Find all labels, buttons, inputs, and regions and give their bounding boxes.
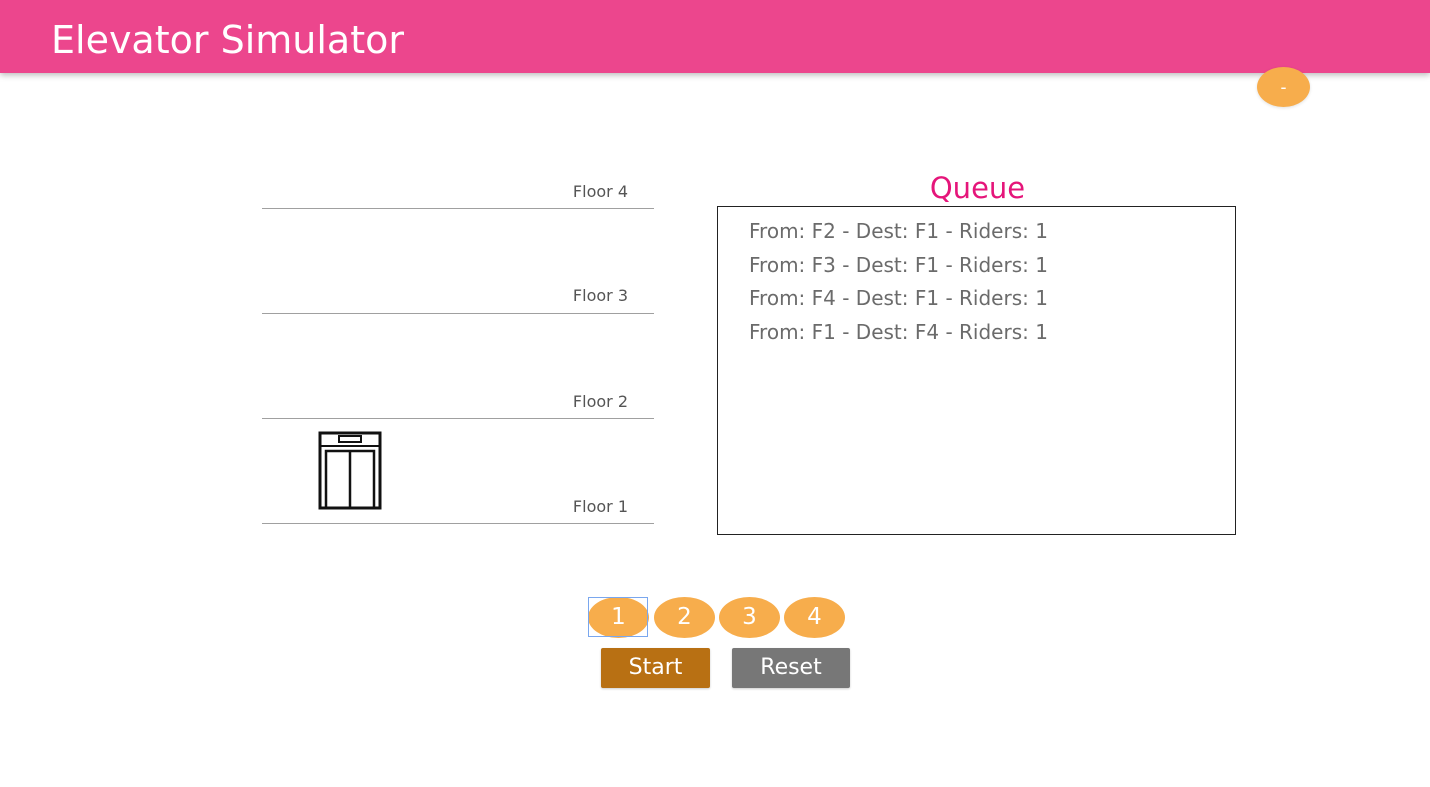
floor-label-4: Floor 4	[572, 182, 628, 201]
floor-label-2: Floor 2	[572, 392, 628, 411]
queue-item: From: F1 - Dest: F4 - Riders: 1	[749, 319, 1048, 344]
queue-item: From: F3 - Dest: F1 - Riders: 1	[749, 252, 1048, 277]
queue-title: Queue	[929, 171, 1026, 205]
floor-button-2[interactable]: 2	[654, 597, 715, 638]
app-title: Elevator Simulator	[51, 18, 404, 62]
queue-item: From: F2 - Dest: F1 - Riders: 1	[749, 219, 1048, 243]
floor-button-3[interactable]: 3	[719, 597, 780, 638]
floor-label-3: Floor 3	[572, 286, 628, 305]
start-button[interactable]: Start	[601, 648, 710, 688]
floor-label-1: Floor 1	[572, 497, 628, 516]
floor-line-2	[262, 418, 654, 419]
floor-button-1[interactable]: 1	[588, 597, 649, 638]
queue-item: From: F4 - Dest: F1 - Riders: 1	[749, 286, 1048, 311]
queue-panel[interactable]: From: F2 - Dest: F1 - Riders: 1 From: F3…	[717, 206, 1236, 535]
reset-button[interactable]: Reset	[732, 648, 850, 688]
minimize-fab-button[interactable]: -	[1257, 67, 1310, 107]
app-bar: Elevator Simulator	[0, 0, 1430, 73]
floor-line-3	[262, 313, 654, 314]
floor-button-4[interactable]: 4	[784, 597, 845, 638]
floor-line-1	[262, 523, 654, 524]
floor-line-4	[262, 208, 654, 209]
elevator-car-icon	[318, 431, 382, 510]
queue-list: From: F2 - Dest: F1 - Riders: 1 From: F3…	[718, 207, 1235, 349]
